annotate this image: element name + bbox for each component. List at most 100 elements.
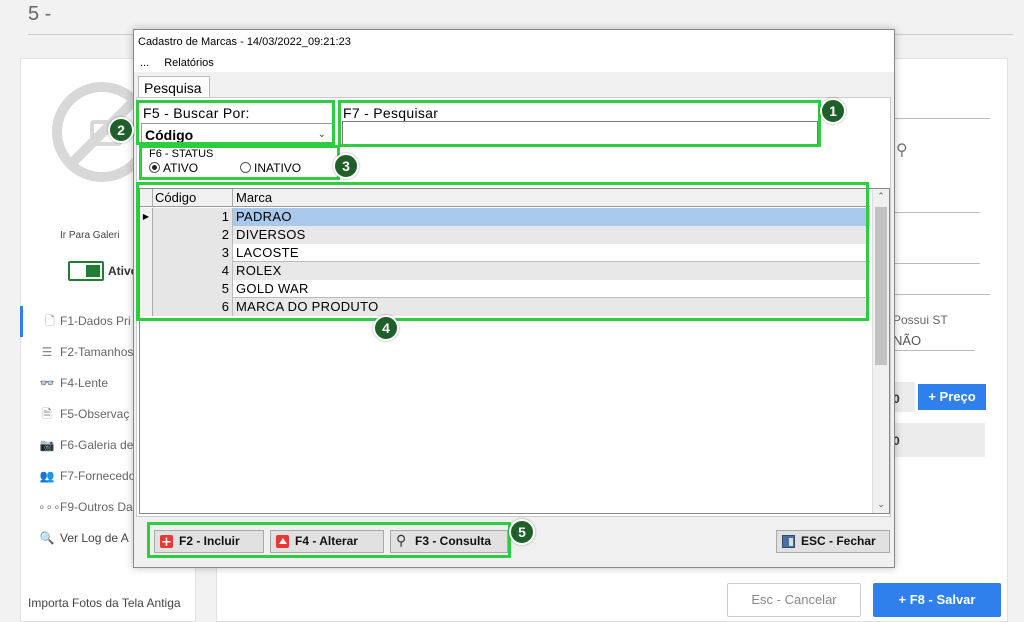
table-row[interactable]: 2 DIVERSOS — [140, 226, 870, 244]
menu-item-more[interactable]: ... — [134, 54, 155, 72]
radio-checked-icon — [149, 162, 160, 173]
row-indicator — [140, 262, 153, 280]
column-header-code[interactable]: Código — [153, 189, 233, 207]
list-icon: ☰ — [41, 345, 53, 359]
side-menu-label: F1-Dados Pri — [60, 314, 131, 328]
table-row[interactable]: 3 LACOSTE — [140, 244, 870, 262]
row-indicator — [140, 298, 153, 316]
callout-badge-1: 1 — [820, 98, 846, 124]
supplier-icon: 👥 — [39, 469, 55, 483]
edit-button[interactable]: F4 - Alterar — [270, 530, 384, 553]
magnifier-icon: ⚲ — [396, 533, 407, 549]
dialog-title: Cadastro de Marcas - 14/03/2022_09:21:23 — [134, 30, 894, 54]
tab-search[interactable]: Pesquisa — [138, 76, 210, 98]
status-label: F6 - STATUS — [149, 148, 214, 160]
search-icon: 🔍 — [39, 531, 55, 545]
callout-badge-2: 2 — [108, 117, 134, 143]
radio-unchecked-icon — [240, 162, 251, 173]
cell-brand: PADRAO — [233, 208, 870, 226]
cell-brand: GOLD WAR — [236, 281, 309, 296]
column-header-brand[interactable]: Marca — [233, 189, 870, 207]
import-photos-link[interactable]: Importa Fotos da Tela Antiga — [28, 596, 181, 610]
side-menu-label: F4-Lente — [60, 376, 109, 390]
cancel-button[interactable]: Esc - Cancelar — [727, 583, 861, 617]
row-indicator — [140, 226, 153, 244]
radio-label: INATIVO — [254, 161, 302, 175]
field-underline — [895, 212, 980, 213]
add-icon — [160, 532, 173, 553]
cell-code: 3 — [153, 244, 233, 262]
row-indicator — [140, 280, 153, 298]
status-radio-inactive[interactable]: INATIVO — [240, 162, 301, 174]
possui-st-value[interactable]: NÃO — [893, 333, 921, 348]
status-radio-active[interactable]: ATIVO — [149, 162, 198, 174]
exit-door-icon — [782, 535, 795, 548]
status-toggle[interactable] — [68, 261, 104, 281]
cell-code: 1 — [153, 208, 233, 226]
cell-code: 4 — [153, 262, 233, 280]
possui-st-label: Possui ST — [893, 313, 948, 327]
row-pointer-icon: ▶ — [140, 208, 153, 226]
side-menu-label: F6-Galeria de — [60, 438, 134, 452]
cell-brand: LACOSTE — [236, 245, 299, 260]
callout-badge-5: 5 — [509, 519, 535, 545]
grid-header: Código Marca — [140, 189, 870, 207]
query-button-label: F3 - Consulta — [415, 534, 492, 548]
side-menu-label: F5-Observaç — [60, 407, 130, 421]
scroll-up-icon[interactable]: ⌃ — [873, 189, 889, 205]
page-title: 5 - — [28, 3, 52, 25]
cell-brand: MARCA DO PRODUTO — [233, 298, 870, 316]
field-underline — [895, 118, 990, 119]
include-button-label: F2 - Incluir — [179, 534, 240, 548]
query-button[interactable]: ⚲ F3 - Consulta — [390, 530, 508, 553]
save-button[interactable]: + F8 - Salvar — [873, 583, 1001, 617]
field-underline — [895, 263, 980, 264]
dialog-menubar: ... Relatórios — [134, 54, 894, 72]
document-icon: 🗋 — [45, 314, 55, 328]
cell-code: 6 — [153, 298, 233, 316]
table-row[interactable]: 5 GOLD WAR — [140, 280, 870, 298]
price-button[interactable]: + Preço — [918, 384, 986, 410]
field-underline — [893, 350, 975, 351]
field-underline — [895, 294, 990, 295]
table-row[interactable]: 4 ROLEX — [140, 262, 870, 280]
cell-brand: ROLEX — [233, 262, 870, 280]
camera-icon: 📷 — [39, 438, 55, 452]
side-menu-label: Ver Log de A — [60, 531, 129, 545]
brand-dialog: Cadastro de Marcas - 14/03/2022_09:21:23… — [133, 29, 895, 568]
row-indicator — [140, 244, 153, 262]
cell-code: 5 — [153, 280, 233, 298]
glasses-icon: 👓 — [39, 376, 55, 390]
search-icon[interactable]: ⚲ — [896, 140, 908, 159]
menu-item-reports[interactable]: Relatórios — [158, 54, 220, 72]
scroll-down-icon[interactable]: ⌄ — [873, 497, 889, 513]
grid-scrollbar[interactable]: ⌃ ⌄ — [872, 189, 889, 513]
close-button[interactable]: ESC - Fechar — [776, 530, 890, 553]
search-input[interactable] — [342, 121, 818, 145]
scroll-thumb[interactable] — [875, 207, 887, 365]
table-row[interactable]: 6 MARCA DO PRODUTO — [140, 298, 870, 316]
cell-code: 2 — [153, 226, 233, 244]
notes-icon: 🗎 — [42, 407, 52, 421]
field-box — [895, 423, 985, 457]
callout-badge-4: 4 — [373, 315, 399, 341]
include-button[interactable]: F2 - Incluir — [154, 530, 264, 553]
callout-badge-3: 3 — [333, 153, 359, 179]
brands-grid[interactable]: Código Marca ▶ 1 PADRAO 2 DIVERSOS 3 LAC… — [139, 188, 890, 514]
edit-button-label: F4 - Alterar — [295, 534, 358, 548]
search-by-label: F5 - Buscar Por: — [143, 105, 250, 121]
gallery-link[interactable]: Ir Para Galeri — [60, 230, 119, 241]
grid-header-indicator — [140, 189, 153, 207]
dots-icon: ∘∘∘ — [38, 500, 61, 514]
side-menu-label: F9-Outros Da — [60, 500, 133, 514]
side-menu-label: F2-Tamanhos — [60, 345, 134, 359]
side-menu-label: F7-Fornecedo — [60, 469, 136, 483]
search-label: F7 - Pesquisar — [343, 105, 439, 121]
close-button-label: ESC - Fechar — [801, 534, 876, 548]
chevron-down-icon: ⌄ — [317, 129, 326, 140]
edit-icon — [276, 535, 289, 548]
search-by-value: Código — [145, 127, 194, 143]
search-by-select[interactable]: Código ⌄ — [141, 123, 333, 145]
cell-brand: DIVERSOS — [233, 226, 870, 244]
table-row[interactable]: ▶ 1 PADRAO — [140, 208, 870, 226]
